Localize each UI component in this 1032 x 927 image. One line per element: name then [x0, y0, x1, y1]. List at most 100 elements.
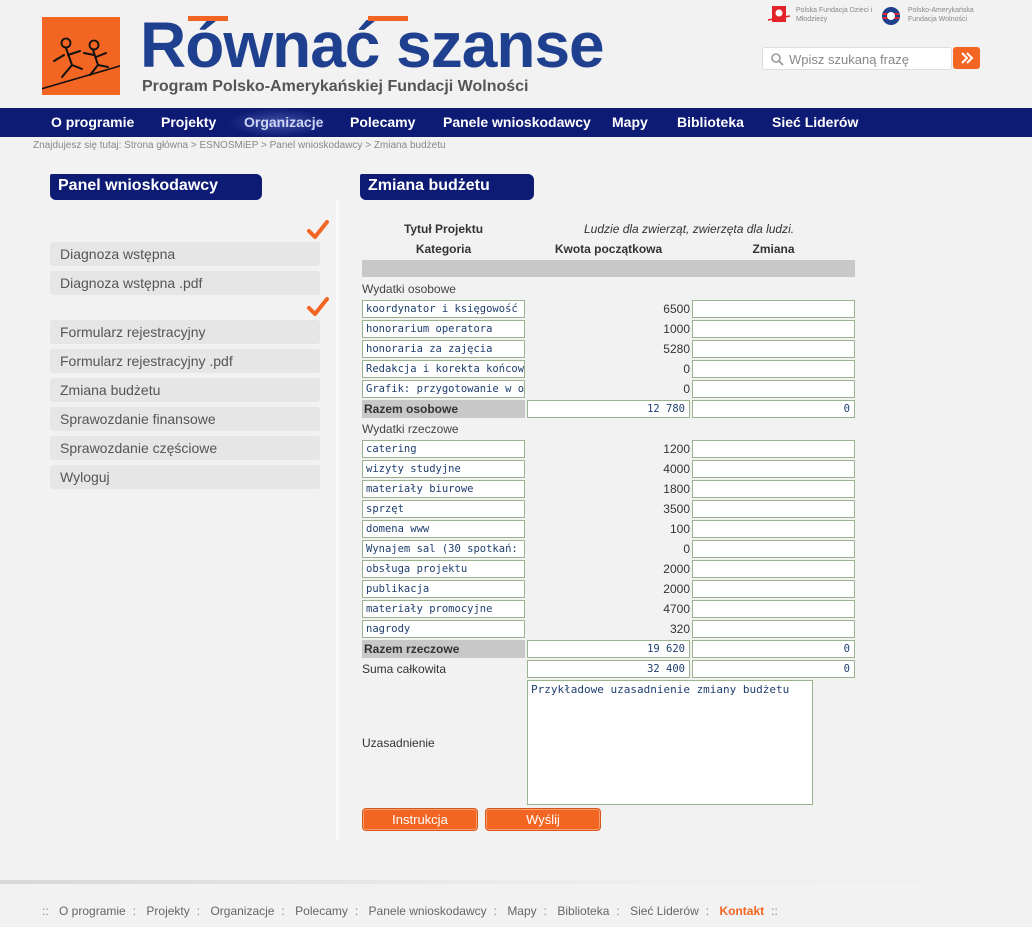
instruction-button[interactable]: Instrukcja	[362, 808, 478, 831]
material-total-field: 19 620	[527, 640, 690, 658]
material-name-field[interactable]: nagrody	[362, 620, 525, 638]
nav-siec-liderow[interactable]: Sieć Liderów	[772, 108, 858, 137]
footer-kontakt[interactable]: Kontakt	[719, 904, 764, 918]
col-header-category: Kategoria	[415, 242, 472, 256]
nav-projekty[interactable]: Projekty	[161, 108, 216, 137]
search-button[interactable]	[953, 47, 980, 69]
material-change-input[interactable]	[692, 480, 855, 498]
justification-textarea[interactable]	[527, 680, 813, 805]
footer-polecamy[interactable]: Polecamy	[295, 904, 348, 918]
check-icon	[307, 220, 329, 239]
footer-projekty[interactable]: Projekty	[146, 904, 189, 918]
project-title-value: Ludzie dla zwierząt, zwierzęta dla ludzi…	[584, 222, 795, 236]
nav-mapy[interactable]: Mapy	[612, 108, 648, 137]
sidebar-item-formularz-rejestracyjny[interactable]: Formularz rejestracyjny	[50, 320, 320, 344]
material-change-input[interactable]	[692, 600, 855, 618]
material-name-field[interactable]: catering	[362, 440, 525, 458]
sidebar-item-formularz-rejestracyjny-pdf[interactable]: Formularz rejestracyjny .pdf	[50, 349, 320, 373]
grand-total-label: Suma całkowita	[362, 662, 447, 676]
material-name-field[interactable]: publikacja	[362, 580, 525, 598]
search-input[interactable]	[789, 50, 949, 68]
search-box	[762, 47, 952, 70]
material-change-input[interactable]	[692, 440, 855, 458]
material-total-label: Razem rzeczowe	[362, 640, 525, 658]
search-icon	[771, 53, 784, 66]
footer-organizacje[interactable]: Organizacje	[210, 904, 274, 918]
breadcrumb[interactable]: Znajdujesz się tutaj: Strona główna > ES…	[33, 140, 446, 151]
material-initial-amount: 4700	[663, 602, 690, 616]
section-material-label: Wydatki rzeczowe	[362, 422, 459, 436]
footer-nav: :: O programie: Projekty: Organizacje: P…	[42, 904, 778, 918]
material-initial-amount: 320	[669, 622, 690, 636]
personal-name-field[interactable]: koordynator i księgowość	[362, 300, 525, 318]
material-change-input[interactable]	[692, 620, 855, 638]
personal-initial-amount: 0	[683, 382, 690, 396]
sidebar-item-wyloguj[interactable]: Wyloguj	[50, 465, 320, 489]
personal-name-field[interactable]: Grafik: przygotowanie w op	[362, 380, 525, 398]
send-button[interactable]: Wyślij	[485, 808, 601, 831]
col-header-initial: Kwota początkowa	[554, 242, 663, 256]
personal-name-field[interactable]: Redakcja i korekta końcow	[362, 360, 525, 378]
nav-polecamy[interactable]: Polecamy	[350, 108, 415, 137]
sidebar-item-sprawozdanie-czesciowe[interactable]: Sprawozdanie częściowe	[50, 436, 320, 460]
material-change-input[interactable]	[692, 560, 855, 578]
personal-total-field: 12 780	[527, 400, 690, 418]
footer-panele-wnioskodawcy[interactable]: Panele wnioskodawcy	[369, 904, 487, 918]
partner-pfdim-label: Polska Fundacja Dzieci i Młodzieży	[796, 7, 873, 23]
personal-change-input[interactable]	[692, 320, 855, 338]
site-title[interactable]: Równać szanse	[140, 10, 605, 80]
personal-change-total-field: 0	[692, 400, 855, 418]
material-change-input[interactable]	[692, 500, 855, 518]
footer-siec-liderow[interactable]: Sieć Liderów	[630, 904, 699, 918]
material-name-field[interactable]: sprzęt	[362, 500, 525, 518]
personal-initial-amount: 0	[683, 362, 690, 376]
material-initial-amount: 4000	[663, 462, 690, 476]
nav-o-programie[interactable]: O programie	[51, 108, 134, 137]
personal-initial-amount: 6500	[663, 302, 690, 316]
section-personal-label: Wydatki osobowe	[362, 282, 456, 296]
sidebar-title: Panel wnioskodawcy	[50, 174, 262, 200]
material-name-field[interactable]: wizyty studyjne	[362, 460, 525, 478]
material-change-input[interactable]	[692, 460, 855, 478]
sidebar-item-sprawozdanie-finansowe[interactable]: Sprawozdanie finansowe	[50, 407, 320, 431]
nav-biblioteka[interactable]: Biblioteka	[677, 108, 744, 137]
material-name-field[interactable]: domena www	[362, 520, 525, 538]
material-initial-amount: 1200	[663, 442, 690, 456]
main-nav: O programie Projekty Organizacje Polecam…	[0, 108, 1032, 137]
footer-o-programie[interactable]: O programie	[59, 904, 126, 918]
material-initial-amount: 2000	[663, 562, 690, 576]
pafw-logo-icon	[882, 7, 900, 25]
personal-total-label: Razem osobowe	[362, 400, 525, 418]
col-header-change: Zmiana	[752, 242, 795, 256]
material-change-input[interactable]	[692, 520, 855, 538]
sidebar-item-zmiana-budzetu[interactable]: Zmiana budżetu	[50, 378, 320, 402]
grand-change-total-field: 0	[692, 660, 855, 678]
nav-panele-wnioskodawcy[interactable]: Panele wnioskodawcy	[443, 108, 591, 137]
pfdim-logo-icon	[768, 6, 790, 22]
personal-change-input[interactable]	[692, 380, 855, 398]
footer-biblioteka[interactable]: Biblioteka	[557, 904, 609, 918]
project-title-label: Tytuł Projektu	[403, 222, 484, 236]
material-name-field[interactable]: materiały biurowe	[362, 480, 525, 498]
check-icon	[307, 297, 329, 316]
nav-organizacje[interactable]: Organizacje	[244, 108, 323, 137]
material-change-total-field: 0	[692, 640, 855, 658]
material-name-field[interactable]: obsługa projektu	[362, 560, 525, 578]
grand-total-field: 32 400	[527, 660, 690, 678]
material-name-field[interactable]: Wynajem sal (30 spotkań:	[362, 540, 525, 558]
personal-change-input[interactable]	[692, 340, 855, 358]
personal-name-field[interactable]: honoraria za zajęcia	[362, 340, 525, 358]
personal-initial-amount: 5280	[663, 342, 690, 356]
personal-name-field[interactable]: honorarium operatora	[362, 320, 525, 338]
sidebar-item-diagnoza-wstepna-pdf[interactable]: Diagnoza wstępna .pdf	[50, 271, 320, 295]
personal-change-input[interactable]	[692, 360, 855, 378]
personal-change-input[interactable]	[692, 300, 855, 318]
material-name-field[interactable]: materiały promocyjne	[362, 600, 525, 618]
footer-mapy[interactable]: Mapy	[507, 904, 536, 918]
material-change-input[interactable]	[692, 540, 855, 558]
material-change-input[interactable]	[692, 580, 855, 598]
sidebar-item-diagnoza-wstepna[interactable]: Diagnoza wstępna	[50, 242, 320, 266]
logo-icon[interactable]	[42, 17, 120, 95]
header-divider	[362, 260, 855, 277]
justification-label: Uzasadnienie	[362, 736, 435, 750]
